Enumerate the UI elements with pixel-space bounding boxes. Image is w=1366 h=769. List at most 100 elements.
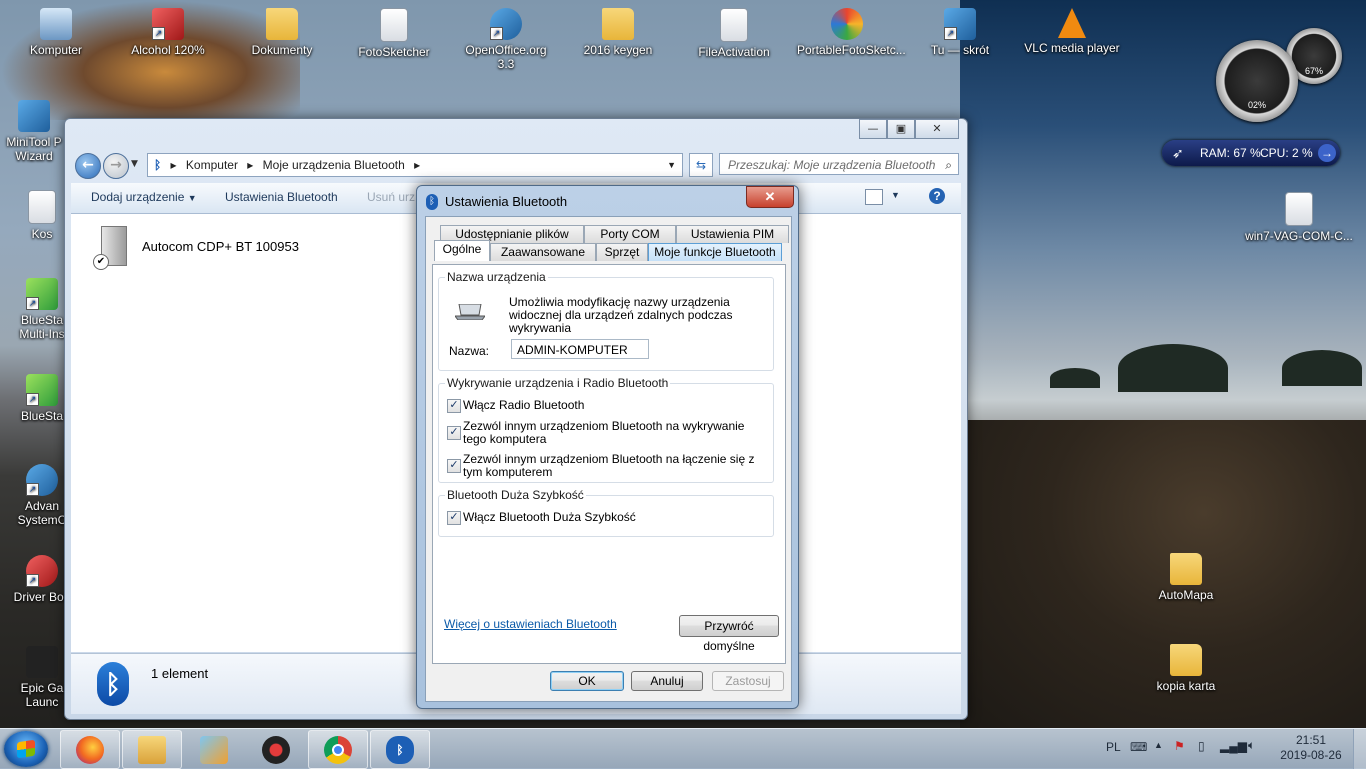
enable-radio-label: Włącz Radio Bluetooth [463, 398, 585, 412]
high-speed-group: Bluetooth Duża Szybkość ✓ Włącz Bluetoot… [438, 488, 774, 537]
show-desktop-button[interactable] [1353, 729, 1366, 769]
clock-time: 21:51 [1295, 733, 1327, 747]
desktop-icon-2016-keygen[interactable]: 2016 keygen [568, 8, 668, 57]
action-center-icon[interactable]: ⚑ [1174, 739, 1185, 753]
explorer-icon [138, 736, 166, 764]
breadcrumb-bluetooth[interactable]: Moje urządzenia Bluetooth [263, 158, 405, 172]
device-name-description: Umożliwia modyfikację nazwy urządzenia w… [509, 295, 733, 335]
enable-radio-checkbox[interactable]: ✓ [447, 399, 461, 413]
close-button[interactable]: ✕ [915, 119, 959, 139]
maximize-button[interactable]: ▣ [887, 119, 915, 139]
minimize-button[interactable]: — [859, 119, 887, 139]
recycle-bin-icon [28, 190, 56, 224]
tab-general[interactable]: Ogólne [434, 240, 490, 261]
back-button[interactable]: ← [75, 153, 101, 179]
breadcrumb-separator-icon: ▸ [414, 158, 421, 172]
view-options-icon[interactable] [865, 189, 883, 205]
bluetooth-settings-dialog: ᛒ Ustawienia Bluetooth ✕ Udostępnianie p… [416, 185, 799, 709]
dialog-body: Udostępnianie plików Porty COM Ustawieni… [425, 216, 792, 702]
recent-pages-chevron-icon[interactable]: ▼ [131, 159, 138, 169]
taskbar-explorer[interactable] [122, 730, 182, 769]
arrow-right-icon[interactable]: → [1318, 144, 1336, 162]
alcohol-icon: ↗ [152, 8, 184, 40]
folder-icon [1170, 553, 1202, 585]
help-icon[interactable]: ? [929, 188, 945, 204]
chevron-down-icon: ▼ [187, 193, 197, 203]
enable-high-speed-checkbox[interactable]: ✓ [447, 511, 461, 525]
discovery-group: Wykrywanie urządzenia i Radio Bluetooth … [438, 376, 774, 483]
bluetooth-icon: ᛒ [426, 194, 438, 210]
tab-my-bluetooth-features[interactable]: Moje funkcje Bluetooth [648, 243, 782, 261]
restore-defaults-button[interactable]: Przywróć domyślne [679, 615, 779, 653]
desktop-icon-tu-skrot[interactable]: ↗ Tu — skrót [910, 8, 1010, 57]
keyboard-icon[interactable]: ⌨ [1130, 740, 1147, 754]
epic-games-icon [26, 646, 58, 678]
forward-button[interactable]: → [103, 153, 129, 179]
breadcrumb-separator-icon: ▸ [170, 158, 177, 172]
clock-date: 2019-08-26 [1280, 748, 1342, 762]
desktop-icon-kopia-karta[interactable]: kopia karta [1136, 644, 1236, 693]
allow-discovery-checkbox[interactable]: ✓ [447, 426, 461, 440]
breadcrumb-komputer[interactable]: Komputer [186, 158, 238, 172]
volume-icon[interactable]: 🔈︎ [1248, 738, 1255, 753]
more-settings-link[interactable]: Więcej o ustawieniach Bluetooth [444, 617, 617, 631]
media-player-icon [200, 736, 228, 764]
desktop-icon-fileactivation[interactable]: FileActivation [684, 8, 784, 59]
desktop-icon-komputer[interactable]: Komputer [6, 8, 106, 57]
desktop-icon-dokumenty[interactable]: Dokumenty [232, 8, 332, 57]
address-bar[interactable]: ᛒ ▸ Komputer ▸ Moje urządzenia Bluetooth… [147, 153, 683, 177]
desktop-icon-openoffice[interactable]: ↗ OpenOffice.org 3.3 [456, 8, 556, 71]
allow-connection-checkbox[interactable]: ✓ [447, 459, 461, 473]
wallpaper-island [1118, 344, 1228, 392]
refresh-button[interactable]: ⇆ [689, 153, 713, 177]
desktop-icon-alcohol[interactable]: ↗ Alcohol 120% [118, 8, 218, 57]
desktop-icon-vlc[interactable]: VLC media player [1022, 8, 1122, 55]
settings-file-icon [1285, 192, 1313, 226]
bluetooth-settings-button[interactable]: Ustawienia Bluetooth [225, 190, 338, 204]
tab-com-ports[interactable]: Porty COM [584, 225, 676, 243]
language-indicator[interactable]: PL [1106, 740, 1121, 754]
device-name-input[interactable]: ADMIN-KOMPUTER [511, 339, 649, 359]
remove-device-button[interactable]: Usuń urz [367, 190, 415, 204]
search-icon[interactable]: ⌕ [945, 154, 952, 176]
clock[interactable]: 21:51 2019-08-26 [1276, 733, 1346, 763]
dialog-title: Ustawienia Bluetooth [445, 194, 568, 209]
taskbar-chrome[interactable] [308, 730, 368, 769]
taskbar-firefox[interactable] [60, 730, 120, 769]
bluetooth-icon: ᛒ [154, 158, 162, 172]
tab-pim-settings[interactable]: Ustawienia PIM [676, 225, 789, 243]
desktop-icon-portablefotosketcher[interactable]: PortableFotoSketc... [797, 8, 906, 57]
desktop-icon-fotosketcher[interactable]: FotoSketcher [344, 8, 444, 59]
desktop-icon-automapa[interactable]: AutoMapa [1136, 553, 1236, 602]
address-dropdown-icon[interactable]: ▼ [667, 154, 676, 176]
network-signal-icon[interactable]: ▂▄▆ [1220, 739, 1247, 753]
desktop-icon-vag-com[interactable]: win7-VAG-COM-C... [1242, 192, 1356, 243]
battery-icon[interactable]: ▯ [1198, 739, 1205, 753]
taskbar-bluetooth[interactable]: ᛒ [370, 730, 430, 769]
view-dropdown-icon[interactable]: ▼ [891, 190, 900, 200]
tab-hardware[interactable]: Sprzęt [596, 243, 648, 261]
apply-button[interactable]: Zastosuj [712, 671, 784, 691]
driver-booster-icon: ↗ [26, 555, 58, 587]
dialog-close-button[interactable]: ✕ [746, 186, 794, 208]
vlc-icon [1058, 8, 1086, 38]
bluetooth-large-icon: ᛒ [97, 662, 129, 706]
device-name[interactable]: Autocom CDP+ BT 100953 [142, 239, 299, 254]
show-hidden-icons-icon[interactable]: ▲ [1154, 740, 1163, 750]
taskbar-gaming-app[interactable] [246, 730, 306, 769]
search-input[interactable]: Przeszukaj: Moje urządzenia Bluetooth ⌕ [719, 153, 959, 175]
add-device-button[interactable]: Dodaj urządzenie ▼ [91, 190, 197, 204]
checkmark-icon: ✔ [93, 254, 109, 270]
bluestacks-icon: ↗ [26, 374, 58, 406]
ok-button[interactable]: OK [550, 671, 624, 691]
cpu-gauge-gadget[interactable]: 02% [1216, 40, 1298, 122]
taskbar-media-player[interactable] [184, 730, 244, 769]
start-button[interactable] [4, 731, 48, 767]
device-item[interactable]: ✔ [93, 226, 131, 270]
cancel-button[interactable]: Anuluj [631, 671, 703, 691]
ram-cpu-meter-gadget[interactable]: ➶ RAM: 67 % CPU: 2 % → [1162, 140, 1340, 166]
gaming-app-icon [262, 736, 290, 764]
ram-text: RAM: 67 % [1200, 146, 1261, 160]
folder-icon [1170, 644, 1202, 676]
tab-advanced[interactable]: Zaawansowane [490, 243, 596, 261]
